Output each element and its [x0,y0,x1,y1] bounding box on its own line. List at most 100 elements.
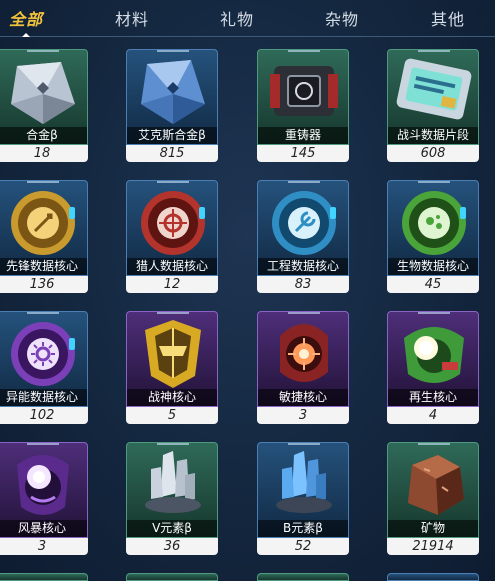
inventory-item[interactable]: 合金β 18 [0,49,88,162]
frame-highlight [157,181,189,183]
vanguard-core-icon [3,185,83,259]
inventory-item[interactable]: 重铸器 145 [257,49,349,162]
item-count: 83 [257,276,349,293]
inventory-item-partial[interactable] [257,573,349,581]
item-frame [387,573,479,581]
b-element-crystal-icon [264,447,344,521]
psionic-core-icon [3,316,83,390]
inventory-item-partial[interactable] [387,573,479,581]
inventory-item-partial[interactable] [0,573,88,581]
storm-core-icon [3,447,83,521]
item-frame: 生物数据核心 [387,180,479,276]
inventory-item[interactable]: 再生核心 4 [387,311,479,424]
inventory-item[interactable]: 风暴核心 3 [0,442,88,555]
war-god-core-icon [133,316,213,390]
item-frame: 先锋数据核心 [0,180,88,276]
blue-alloy-crystal-icon [133,54,213,128]
inventory-item[interactable]: 敏捷核心 3 [257,311,349,424]
item-name: 重铸器 [258,127,348,144]
frame-highlight [27,50,59,52]
item-frame [0,573,88,581]
frame-highlight [288,312,320,314]
item-count: 3 [0,538,88,555]
item-frame: 异能数据核心 [0,311,88,407]
item-count: 3 [257,407,349,424]
inventory-item[interactable]: 战斗数据片段 608 [387,49,479,162]
frame-highlight [288,50,320,52]
item-name: 生物数据核心 [388,258,478,275]
item-count: 12 [126,276,218,293]
item-name: 异能数据核心 [0,389,87,406]
item-frame: 合金β [0,49,88,145]
item-frame [126,573,218,581]
item-name: 再生核心 [388,389,478,406]
item-name: 先锋数据核心 [0,258,87,275]
bio-core-icon [394,185,474,259]
inventory-item[interactable]: 战神核心 5 [126,311,218,424]
frame-highlight [157,50,189,52]
item-count: 18 [0,145,88,162]
item-frame: 再生核心 [387,311,479,407]
item-frame: 重铸器 [257,49,349,145]
item-name: 矿物 [388,520,478,537]
inventory-item[interactable]: 艾克斯合金β 815 [126,49,218,162]
inventory-item[interactable]: 工程数据核心 83 [257,180,349,293]
inventory-item[interactable]: 矿物 21914 [387,442,479,555]
inventory-item[interactable]: 猎人数据核心 12 [126,180,218,293]
inventory-item[interactable]: 生物数据核心 45 [387,180,479,293]
item-name: B元素β [258,520,348,537]
frame-highlight [27,443,59,445]
item-count: 36 [126,538,218,555]
item-name: 战斗数据片段 [388,127,478,144]
inventory-item[interactable]: B元素β 52 [257,442,349,555]
item-count: 45 [387,276,479,293]
inventory-item[interactable]: 异能数据核心 102 [0,311,88,424]
frame-highlight [288,443,320,445]
item-count: 5 [126,407,218,424]
item-name: 工程数据核心 [258,258,348,275]
data-chip-icon [394,54,474,128]
item-frame: 猎人数据核心 [126,180,218,276]
item-name: V元素β [127,520,217,537]
reforger-device-icon [264,54,344,128]
item-count: 136 [0,276,88,293]
mineral-ore-icon [394,447,474,521]
item-frame: 工程数据核心 [257,180,349,276]
inventory-item[interactable]: V元素β 36 [126,442,218,555]
v-element-crystal-icon [133,447,213,521]
item-frame: 矿物 [387,442,479,538]
frame-highlight [27,181,59,183]
item-count: 4 [387,407,479,424]
item-name: 艾克斯合金β [127,127,217,144]
frame-highlight [418,312,450,314]
frame-highlight [418,181,450,183]
item-count: 145 [257,145,349,162]
item-name: 战神核心 [127,389,217,406]
item-count: 52 [257,538,349,555]
agility-core-icon [264,316,344,390]
item-frame: 艾克斯合金β [126,49,218,145]
frame-highlight [288,181,320,183]
inventory-item-partial[interactable] [126,573,218,581]
frame-highlight [418,443,450,445]
item-name: 合金β [0,127,87,144]
frame-highlight [157,312,189,314]
engineering-core-icon [264,185,344,259]
item-frame: V元素β [126,442,218,538]
frame-highlight [418,50,450,52]
item-count: 102 [0,407,88,424]
item-frame: 战神核心 [126,311,218,407]
item-frame: 风暴核心 [0,442,88,538]
alloy-crystal-icon [3,54,83,128]
item-frame [257,573,349,581]
item-count: 21914 [387,538,479,555]
item-name: 敏捷核心 [258,389,348,406]
item-frame: 敏捷核心 [257,311,349,407]
item-frame: 战斗数据片段 [387,49,479,145]
hunter-core-icon [133,185,213,259]
inventory-item[interactable]: 先锋数据核心 136 [0,180,88,293]
inventory-grid: 合金β 18 艾克斯合金β 815 重铸器 145 战斗数据片段 608 先锋数据核心 136 猎人… [0,0,495,581]
item-count: 608 [387,145,479,162]
frame-highlight [157,443,189,445]
item-count: 815 [126,145,218,162]
